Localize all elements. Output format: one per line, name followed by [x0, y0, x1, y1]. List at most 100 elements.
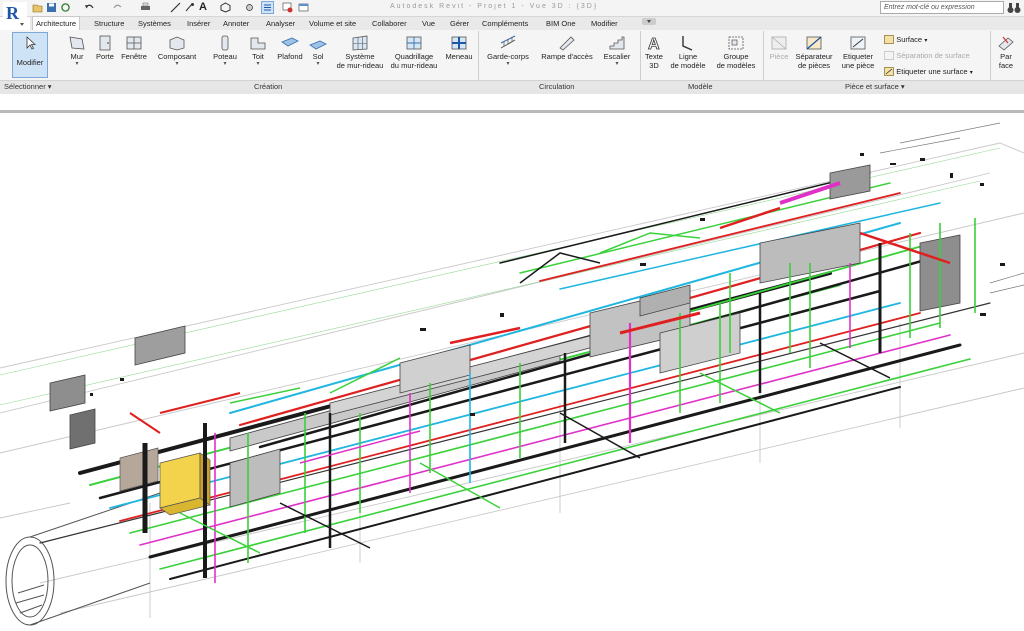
ligne-label-1: Ligne	[678, 52, 698, 61]
save-icon[interactable]	[46, 2, 57, 13]
svg-text:A: A	[648, 36, 660, 52]
wall-icon	[69, 36, 85, 50]
area-boundary-icon	[884, 51, 894, 61]
systeme-label-2: de mur-rideau	[336, 61, 384, 70]
quick-access-toolbar: R A Autodesk Revit - Projet 1 - Vue 3D :…	[0, 0, 1024, 30]
tab-vue[interactable]: Vue	[422, 17, 435, 30]
toit-label: Toit	[252, 52, 264, 61]
panel-selectionner[interactable]: Sélectionner ▾	[4, 82, 52, 91]
toit-button[interactable]: Toit ▾	[245, 34, 271, 67]
texte3d-label-1: Texte	[645, 52, 663, 61]
par-face-button[interactable]: Par face	[993, 34, 1019, 70]
switch-windows-icon[interactable]	[298, 2, 309, 13]
groupe-label-2: de modèles	[716, 61, 756, 70]
column-icon	[221, 35, 229, 51]
window-title: Autodesk Revit - Projet 1 - Vue 3D : {3D…	[390, 3, 599, 10]
floor-icon	[309, 40, 327, 50]
measure-icon[interactable]	[170, 2, 181, 13]
ligne-modele-button[interactable]: Ligne de modèle	[668, 34, 708, 70]
search-input[interactable]: Entrez mot-clé ou expression	[880, 1, 1004, 14]
separateur-pieces-button[interactable]: Séparateur de pièces	[794, 34, 834, 70]
tab-gerer[interactable]: Gérer	[450, 17, 469, 30]
sync-icon[interactable]	[60, 2, 71, 13]
tab-architecture[interactable]: Architecture	[32, 16, 81, 31]
porte-button[interactable]: Porte	[92, 34, 118, 61]
undo-icon[interactable]	[84, 2, 95, 13]
par-face-label-2: face	[998, 61, 1014, 70]
tab-annoter[interactable]: Annoter	[223, 17, 249, 30]
door-icon	[99, 35, 111, 51]
fenetre-button[interactable]: Fenêtre	[117, 34, 151, 61]
sol-label: Sol	[312, 52, 324, 61]
groupe-label-1: Groupe	[723, 52, 749, 61]
ceiling-icon	[281, 37, 299, 47]
redo-icon[interactable]	[112, 2, 123, 13]
open-icon[interactable]	[32, 2, 43, 13]
panel-piece-surface-label: Pièce et surface	[845, 82, 899, 91]
ribbon-tabs: Architecture Structure Systèmes Insérer …	[30, 16, 1024, 31]
model-group-icon	[728, 36, 744, 50]
quadrillage-button[interactable]: Quadrillage du mur-rideau	[388, 34, 440, 70]
meneau-button[interactable]: Meneau	[442, 34, 476, 61]
texte-3d-button[interactable]: A Texte 3D	[642, 34, 666, 70]
garde-corps-button[interactable]: Garde-corps ▾	[484, 34, 532, 67]
rampe-button[interactable]: Rampe d'accès	[538, 34, 596, 61]
tag-room-icon	[850, 36, 866, 50]
tab-structure[interactable]: Structure	[94, 17, 124, 30]
fenetre-label: Fenêtre	[121, 52, 147, 61]
tab-modifier[interactable]: Modifier	[591, 17, 618, 30]
panel-circulation-label: Circulation	[539, 82, 575, 91]
etiqueter-piece-button[interactable]: Etiqueter une pièce	[838, 34, 878, 70]
tag-area-icon	[884, 67, 894, 77]
cursor-icon	[26, 36, 37, 50]
poteau-button[interactable]: Poteau ▾	[209, 34, 241, 67]
section-icon[interactable]	[244, 2, 255, 13]
tab-complements[interactable]: Compléments	[482, 17, 528, 30]
garde-corps-label: Garde-corps	[487, 52, 529, 61]
plafond-label: Plafond	[277, 52, 303, 61]
tab-systemes[interactable]: Systèmes	[138, 17, 171, 30]
meneau-label: Meneau	[445, 52, 473, 61]
etiqueter-surface-button[interactable]: Etiqueter une surface ▾	[884, 67, 973, 77]
texte3d-label-2: 3D	[649, 61, 659, 70]
etiqueter-label-1: Etiqueter	[842, 52, 874, 61]
par-face-label-1: Par	[1000, 52, 1012, 61]
tab-analyser[interactable]: Analyser	[266, 17, 295, 30]
app-logo-button[interactable]: R	[2, 1, 28, 31]
tab-inserer[interactable]: Insérer	[187, 17, 210, 30]
systeme-mur-rideau-button[interactable]: Système de mur-rideau	[332, 34, 388, 70]
plafond-button[interactable]: Plafond	[273, 34, 307, 61]
quadrillage-label-1: Quadrillage	[394, 52, 434, 61]
binoculars-icon[interactable]	[1007, 2, 1021, 14]
etiqueter-surface-label: Etiqueter une surface	[896, 67, 968, 76]
tab-volume-et-site[interactable]: Volume et site	[309, 17, 356, 30]
ribbon-minimize-icon[interactable]	[642, 17, 656, 30]
tab-collaborer[interactable]: Collaborer	[372, 17, 407, 30]
component-icon	[169, 36, 185, 51]
composant-button[interactable]: Composant ▾	[155, 34, 199, 67]
3d-viewport[interactable]	[0, 113, 1024, 631]
modifier-tool[interactable]: Modifier	[12, 36, 48, 67]
separation-surface-button: Séparation de surface	[884, 51, 970, 61]
escalier-button[interactable]: Escalier ▾	[600, 34, 634, 67]
railing-icon	[500, 35, 516, 49]
surface-button[interactable]: Surface ▾	[884, 35, 927, 45]
close-windows-icon[interactable]	[282, 2, 293, 13]
etiqueter-label-2: une pièce	[841, 61, 875, 70]
panel-piece-surface[interactable]: Pièce et surface ▾	[845, 82, 905, 91]
sol-button[interactable]: Sol ▾	[307, 34, 329, 67]
text-icon[interactable]: A	[199, 2, 210, 13]
ramp-icon	[559, 36, 575, 51]
tunnel-section	[5, 492, 161, 626]
panel-modele-label: Modèle	[688, 82, 713, 91]
room-icon	[771, 36, 787, 50]
ligne-label-2: de modèle	[670, 61, 706, 70]
dimension-icon[interactable]	[184, 2, 195, 13]
thin-lines-icon[interactable]	[261, 1, 274, 14]
view-3d-icon[interactable]	[220, 2, 231, 13]
groupe-modeles-button[interactable]: Groupe de modèles	[714, 34, 758, 70]
mullion-icon	[451, 36, 467, 50]
mur-button[interactable]: Mur ▾	[62, 34, 92, 67]
tab-bim-one[interactable]: BIM One	[546, 17, 576, 30]
print-icon[interactable]	[140, 2, 151, 13]
